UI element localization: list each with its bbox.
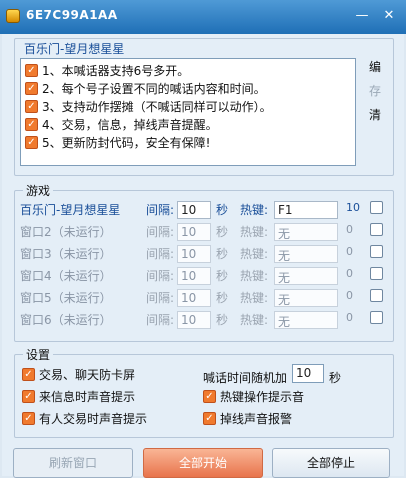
checked-checkbox-icon[interactable]: ✓	[25, 99, 38, 113]
game-group-legend: 游戏	[26, 184, 51, 198]
hotkey-label: 热键:	[240, 313, 269, 327]
settings-group-legend: 设置	[26, 348, 51, 362]
seconds-label: 秒	[216, 269, 229, 283]
interval-label: 间隔:	[146, 269, 175, 283]
hotkey-label: 热键:	[240, 203, 269, 217]
shout-message-item[interactable]: ✓ 2、每个号子设置不同的喊话内容和时间。	[25, 79, 351, 97]
shout-message-item[interactable]: ✓ 5、更新防封代码，安全有保障!	[25, 133, 351, 151]
interval-label: 间隔:	[146, 313, 175, 327]
hotkey-label: 热键:	[240, 291, 269, 305]
hotkey-input[interactable]: 无	[274, 223, 338, 241]
interval-input[interactable]: 10	[177, 223, 211, 241]
game-row: 窗口5（未运行） 间隔: 10 秒 热键: 无 0	[20, 286, 386, 308]
checked-checkbox-icon[interactable]: ✓	[25, 81, 38, 95]
hotkey-input[interactable]: 无	[274, 245, 338, 263]
hotkey-input[interactable]: 无	[274, 267, 338, 285]
interval-label: 间隔:	[146, 225, 175, 239]
start-all-button[interactable]: 全部开始	[143, 448, 263, 478]
shout-count: 0	[346, 289, 353, 302]
game-row: 窗口3（未运行） 间隔: 10 秒 热键: 无 0	[20, 242, 386, 264]
shout-count: 0	[346, 311, 353, 324]
interval-input[interactable]: 10	[177, 245, 211, 263]
clear-button[interactable]: 清	[364, 106, 386, 124]
checked-checkbox-icon[interactable]: ✓	[25, 63, 38, 77]
interval-input[interactable]: 10	[177, 289, 211, 307]
enable-checkbox[interactable]	[370, 245, 383, 258]
hotkey-label: 热键:	[240, 225, 269, 239]
hotkey-input[interactable]: F1	[274, 201, 338, 219]
shout-message-list[interactable]: ✓ 1、本喊话器支持6号多开。 ✓ 2、每个号子设置不同的喊话内容和时间。 ✓ 3、支…	[20, 58, 356, 166]
shout-message-item[interactable]: ✓ 4、交易，信息，掉线声音提醒。	[25, 115, 351, 133]
seconds-label: 秒	[216, 247, 229, 261]
game-window-name: 窗口5（未运行）	[20, 291, 112, 305]
window-title: 6E7C99A1AA	[26, 8, 118, 22]
enable-checkbox[interactable]	[370, 201, 383, 214]
checked-checkbox-icon[interactable]: ✓	[22, 412, 35, 425]
game-window-name: 窗口3（未运行）	[20, 247, 112, 261]
seconds-label: 秒	[216, 225, 229, 239]
checked-checkbox-icon[interactable]: ✓	[22, 368, 35, 381]
interval-input[interactable]: 10	[177, 311, 211, 329]
hotkey-sound-option[interactable]: ✓ 热键操作提示音	[203, 388, 304, 405]
refresh-window-button[interactable]: 刷新窗口	[13, 448, 133, 478]
interval-label: 间隔:	[146, 247, 175, 261]
checked-checkbox-icon[interactable]: ✓	[25, 135, 38, 149]
stop-all-button[interactable]: 全部停止	[272, 448, 390, 478]
game-row: 窗口4（未运行） 间隔: 10 秒 热键: 无 0	[20, 264, 386, 286]
interval-label: 间隔:	[146, 291, 175, 305]
interval-label: 间隔:	[146, 203, 175, 217]
game-row: 窗口2（未运行） 间隔: 10 秒 热键: 无 0	[20, 220, 386, 242]
message-sound-option[interactable]: ✓ 来信息时声音提示	[22, 388, 135, 405]
shout-count: 10	[346, 201, 360, 214]
game-window-name: 窗口6（未运行）	[20, 313, 112, 327]
checked-checkbox-icon[interactable]: ✓	[203, 412, 216, 425]
random-interval-seconds-label: 秒	[329, 371, 342, 385]
enable-checkbox[interactable]	[370, 311, 383, 324]
anti-lag-option[interactable]: ✓ 交易、聊天防卡屏	[22, 366, 135, 383]
checked-checkbox-icon[interactable]: ✓	[22, 390, 35, 403]
hotkey-label: 热键:	[240, 269, 269, 283]
checked-checkbox-icon[interactable]: ✓	[203, 390, 216, 403]
close-button[interactable]: ✕	[381, 8, 397, 24]
random-interval-input[interactable]: 10	[292, 364, 324, 383]
random-interval-label: 喊话时间随机加	[203, 371, 288, 385]
enable-checkbox[interactable]	[370, 223, 383, 236]
hotkey-input[interactable]: 无	[274, 311, 338, 329]
title-bar: 6E7C99A1AA — ✕	[0, 0, 406, 34]
edit-button[interactable]: 编	[364, 58, 386, 76]
trade-sound-option[interactable]: ✓ 有人交易时声音提示	[22, 410, 147, 427]
game-window-name: 窗口2（未运行）	[20, 225, 112, 239]
disconnect-alarm-option[interactable]: ✓ 掉线声音报警	[203, 410, 292, 427]
shout-count: 0	[346, 267, 353, 280]
seconds-label: 秒	[216, 203, 229, 217]
minimize-button[interactable]: —	[354, 8, 370, 24]
seconds-label: 秒	[216, 291, 229, 305]
game-window-name: 窗口4（未运行）	[20, 269, 112, 283]
shout-game-name: 百乐门-望月想星星	[24, 42, 125, 56]
game-row: 百乐门-望月想星星 间隔: 10 秒 热键: F1 10	[20, 198, 386, 220]
enable-checkbox[interactable]	[370, 289, 383, 302]
shout-count: 0	[346, 223, 353, 236]
shout-message-item[interactable]: ✓ 1、本喊话器支持6号多开。	[25, 61, 351, 79]
hotkey-label: 热键:	[240, 247, 269, 261]
interval-input[interactable]: 10	[177, 267, 211, 285]
shout-message-item[interactable]: ✓ 3、支持动作摆摊（不喊话同样可以动作）。	[25, 97, 351, 115]
game-window-name: 百乐门-望月想星星	[20, 203, 121, 217]
seconds-label: 秒	[216, 313, 229, 327]
interval-input[interactable]: 10	[177, 201, 211, 219]
checked-checkbox-icon[interactable]: ✓	[25, 117, 38, 131]
app-icon	[6, 9, 20, 23]
shout-count: 0	[346, 245, 353, 258]
game-row: 窗口6（未运行） 间隔: 10 秒 热键: 无 0	[20, 308, 386, 330]
save-button[interactable]: 存	[364, 82, 386, 100]
hotkey-input[interactable]: 无	[274, 289, 338, 307]
enable-checkbox[interactable]	[370, 267, 383, 280]
